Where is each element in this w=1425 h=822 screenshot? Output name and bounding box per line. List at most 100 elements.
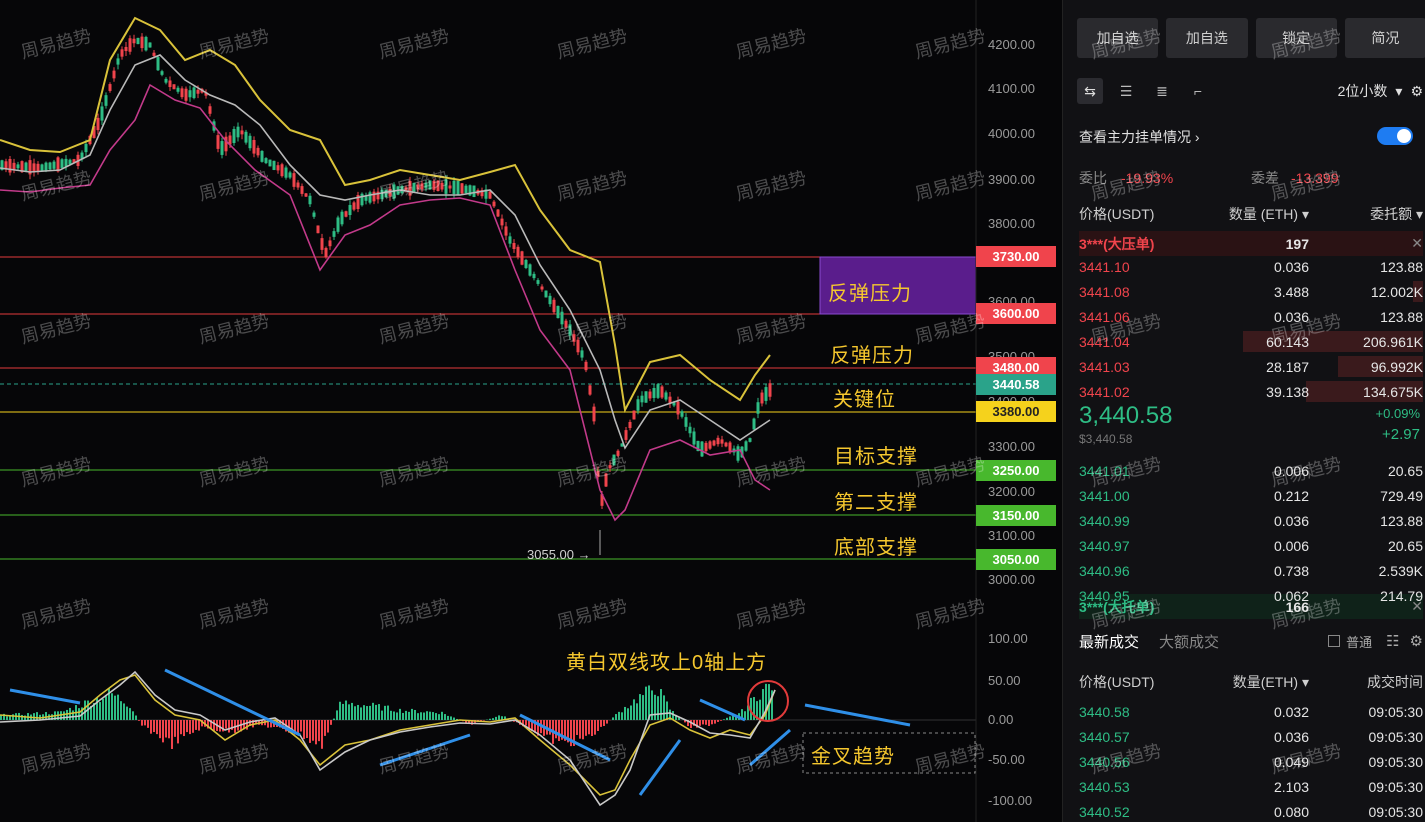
macd-bar [576, 720, 578, 735]
candle-body [320, 238, 324, 250]
macd-bar [600, 720, 602, 727]
macd-bar [525, 720, 527, 726]
filter-icon[interactable]: ☷ [1386, 632, 1399, 650]
candle-body [156, 57, 160, 71]
macd-bar [228, 720, 230, 733]
price-tag: 3250.00 [976, 460, 1056, 481]
candle-body [52, 161, 56, 169]
macd-axis-label: 50.00 [988, 673, 1021, 688]
candle-body [180, 88, 184, 98]
close-icon[interactable]: ✕ [1309, 598, 1423, 615]
big-ask-row[interactable]: 3***(大压单) 197 ✕ [1079, 231, 1423, 256]
candle-body [196, 89, 200, 94]
candle-body [488, 191, 492, 199]
asks-only-icon[interactable]: ≣ [1149, 78, 1175, 104]
ask-row[interactable]: 3441.06 0.036 123.88 [1079, 304, 1423, 329]
candle-body [276, 165, 280, 171]
candle-body [64, 158, 68, 167]
macd-bar [630, 705, 632, 720]
bids-only-icon[interactable]: ☰ [1113, 78, 1139, 104]
macd-bar [378, 704, 380, 720]
macd-bar [324, 720, 326, 736]
macd-bar [708, 720, 710, 726]
zone-label-rebound-1: 反弹压力 [828, 283, 912, 305]
add-watchlist-button[interactable]: 加自选 [1077, 18, 1159, 58]
close-icon[interactable]: ✕ [1309, 235, 1423, 252]
ask-row[interactable]: 3441.02 39.138 134.675K [1079, 379, 1423, 404]
candle-body [604, 473, 608, 487]
normal-checkbox[interactable] [1328, 635, 1341, 647]
candle-body [116, 58, 120, 65]
macd-bar [585, 720, 587, 736]
bid-row[interactable]: 3441.00 0.212 729.49 [1079, 483, 1423, 508]
macd-bar [342, 703, 344, 720]
bid-row[interactable]: 3440.99 0.036 123.88 [1079, 508, 1423, 533]
macd-bar [120, 701, 122, 720]
tab-latest-trades[interactable]: 最新成交 [1079, 631, 1139, 652]
candle-body [136, 37, 140, 45]
macd-bar [390, 710, 392, 720]
candle-body [60, 159, 64, 168]
candle-body [560, 311, 564, 325]
trade-tabs: 最新成交 大额成交 普通 ☷ ⚙ [1079, 630, 1423, 652]
macd-bar [711, 720, 713, 725]
macd-bar [588, 720, 590, 735]
macd-bar [327, 720, 329, 733]
candle-body [420, 183, 424, 190]
price-axis-label: 4000.00 [988, 126, 1035, 141]
macd-bar [111, 693, 113, 720]
macd-bar [624, 706, 626, 720]
candle-body [280, 164, 284, 177]
macd-bar [102, 698, 104, 720]
ask-row[interactable]: 3441.03 28.187 96.992K [1079, 354, 1423, 379]
expand-icon[interactable]: ⌐ [1185, 78, 1211, 104]
candlestick-chart[interactable] [0, 0, 1062, 822]
main-orders-toggle[interactable] [1377, 127, 1413, 145]
macd-bar [318, 720, 320, 742]
orderbook-toolbar: ⇆ ☰ ≣ ⌐ 2位小数 ▾ ⚙ [1077, 78, 1423, 104]
both-sides-icon[interactable]: ⇆ [1077, 78, 1103, 104]
candle-body [284, 167, 288, 178]
macd-bar [315, 720, 317, 745]
macd-bar [150, 720, 152, 734]
macd-bar [495, 716, 497, 720]
bid-row[interactable]: 3441.01 0.006 20.65 [1079, 458, 1423, 483]
candle-body [340, 211, 344, 225]
big-bid-row[interactable]: 3***(大托单) 166 ✕ [1079, 594, 1423, 619]
macd-bar [192, 720, 194, 733]
tab-large-trades[interactable]: 大额成交 [1159, 631, 1219, 652]
candle-body [172, 84, 176, 90]
settings-icon[interactable]: ⚙ [1410, 632, 1423, 650]
macd-bar [579, 720, 581, 739]
candle-body [124, 46, 128, 52]
main-orders-link[interactable]: 查看主力挂单情况 › [1079, 127, 1200, 147]
candle-body [188, 90, 192, 98]
macd-bar [156, 720, 158, 735]
ask-row[interactable]: 3441.04 60.143 206.961K [1079, 329, 1423, 354]
macd-bar [153, 720, 155, 733]
macd-bar [633, 699, 635, 720]
candle-body [300, 186, 304, 194]
candle-body [516, 246, 520, 258]
candle-body [176, 87, 180, 92]
lock-button[interactable]: 锁定 [1255, 18, 1337, 58]
summary-button[interactable]: 简况 [1344, 18, 1425, 58]
ask-row[interactable]: 3441.10 0.036 123.88 [1079, 254, 1423, 279]
macd-bar [399, 708, 401, 720]
candle-body [624, 430, 628, 440]
candle-body [308, 195, 312, 205]
candle-body [48, 162, 52, 170]
macd-bar [729, 716, 731, 720]
bid-row[interactable]: 3440.97 0.006 20.65 [1079, 533, 1423, 558]
ask-row[interactable]: 3441.08 3.488 12.002K [1079, 279, 1423, 304]
macd-bar [366, 706, 368, 720]
price-tag: 3150.00 [976, 505, 1056, 526]
candle-body [424, 182, 428, 189]
bid-row[interactable]: 3440.96 0.738 2.539K [1079, 558, 1423, 583]
precision-select[interactable]: 2位小数 ▾ ⚙ [1338, 81, 1423, 101]
settings-icon[interactable]: ⚙ [1410, 83, 1423, 100]
add-favorite-button[interactable]: 加自选 [1166, 18, 1248, 58]
macd-bar [606, 720, 608, 724]
chart-area[interactable]: 4200.004100.004000.003900.003800.003700.… [0, 0, 1062, 822]
candle-body [744, 441, 748, 451]
